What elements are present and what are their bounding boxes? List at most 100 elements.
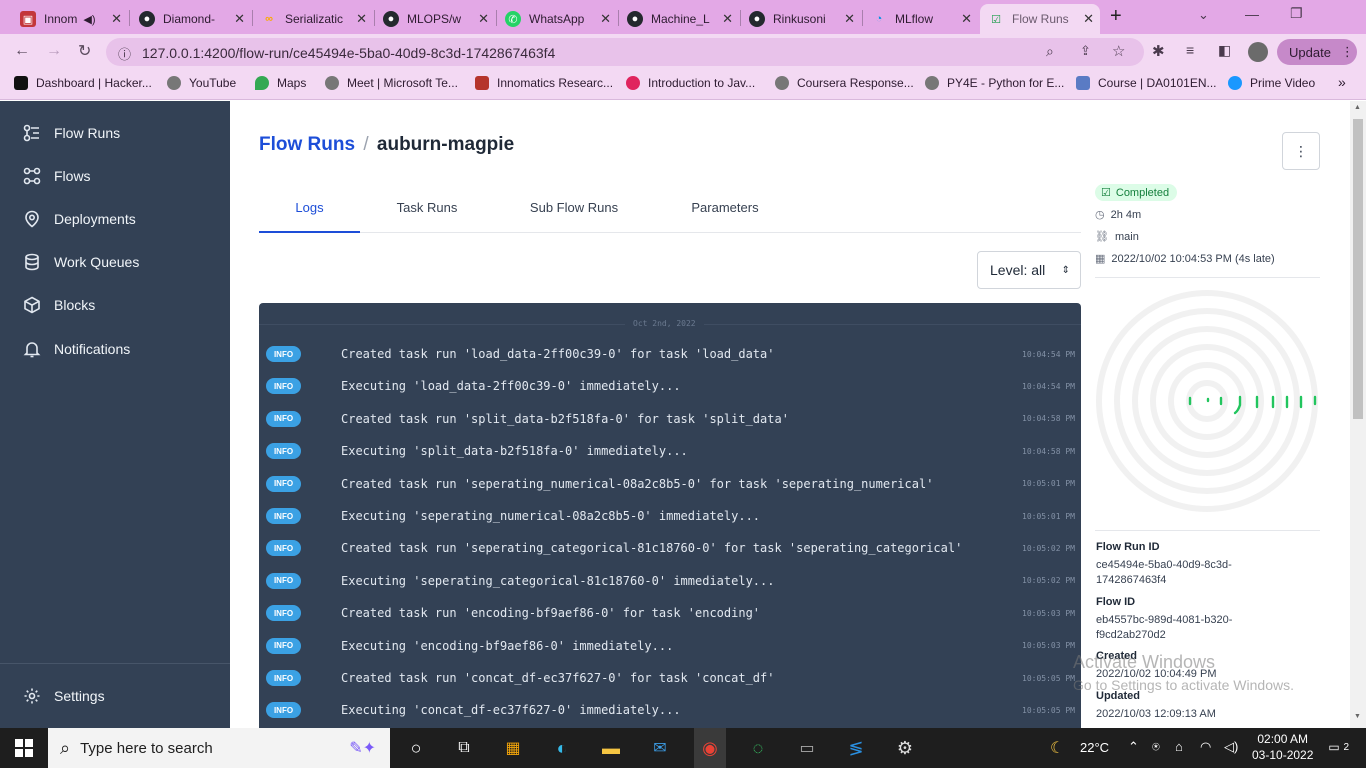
search-icon[interactable]: ⌕ [1046,43,1054,60]
gear-icon [22,686,42,706]
bookmark-item[interactable]: Innomatics Researc... [475,76,613,90]
windows-start-icon[interactable] [12,736,36,760]
wifi-icon[interactable]: ◠ [1200,739,1211,755]
bookmark-item[interactable]: Dashboard | Hacker... [14,76,152,90]
file-explorer-icon[interactable]: ▬ [599,736,623,760]
close-icon[interactable]: ✕ [478,11,489,27]
tab-task-runs[interactable]: Task Runs [360,200,494,215]
browser-tab[interactable]: ● Rinkusoni ✕ [741,4,861,34]
browser-tab-active[interactable]: ☑ Flow Runs ✕ [980,4,1100,34]
browser-tab[interactable]: ● Diamond- ✕ [131,4,251,34]
flow-run-id-value: 1742867463f4 [1096,574,1167,586]
profile-avatar[interactable] [1248,42,1268,62]
course-icon [626,76,640,90]
sidebar-item-deployments[interactable]: Deployments [22,209,136,229]
bookmark-item[interactable]: PY4E - Python for E... [925,76,1064,90]
browser-tab[interactable]: ● MLOPS/w ✕ [375,4,495,34]
sidebar-item-flows[interactable]: Flows [22,166,91,186]
tray-chevron-icon[interactable]: ⌃ [1128,739,1139,755]
bookmark-item[interactable]: YouTube [167,76,236,90]
task-view-icon[interactable]: ⧉ [452,736,476,760]
edge-icon[interactable]: ◐ [550,736,574,760]
close-icon[interactable]: ✕ [234,11,245,27]
sync-app-icon[interactable]: ◌ [746,736,770,760]
maximize-icon[interactable]: ❐ [1290,5,1303,22]
extensions-icon[interactable]: ✱ [1152,42,1165,60]
clock[interactable]: 02:00 AM 03-10-2022 [1252,732,1313,762]
settings-gear-icon[interactable]: ⚙ [893,736,917,760]
taskbar-search-box[interactable]: ⌕ Type here to search ✎✦ [48,728,390,768]
log-panel: Oct 2nd, 2022 INFO Created task run 'load… [259,303,1081,728]
bookmark-item[interactable]: Introduction to Jav... [626,76,755,90]
weather-temp[interactable]: 22°C [1080,740,1109,755]
browser-tab[interactable]: ✆ WhatsApp ✕ [497,4,617,34]
windows-taskbar: ⌕ Type here to search ✎✦ ○ ⧉ ▦ ◐ ▬ ✉ ◉ ◌… [0,728,1366,768]
tab-parameters[interactable]: Parameters [660,200,790,215]
back-icon[interactable]: ← [14,42,30,60]
reload-icon[interactable]: ↻ [78,41,91,61]
mail-icon[interactable]: ✉ [648,736,672,760]
scrollbar-thumb[interactable] [1353,119,1363,419]
activation-watermark-subtitle: Go to Settings to activate Windows. [1073,677,1294,693]
tab-search-icon[interactable]: ⌄ [1198,7,1209,23]
bookmark-item[interactable]: Meet | Microsoft Te... [325,76,458,90]
bookmark-item[interactable]: Coursera Response... [775,76,914,90]
url-text[interactable]: 127.0.0.1:4200/flow-run/ce45494e-5ba0-40… [142,45,555,61]
bookmark-star-icon[interactable]: ☆ [1112,42,1125,60]
log-row: INFO Executing 'encoding-bf9aef86-0' imme… [259,630,1081,662]
log-message: Created task run 'concat_df-ec37f627-0' … [341,671,775,685]
scroll-up-icon[interactable]: ▲ [1354,104,1361,111]
sidebar-item-blocks[interactable]: Blocks [22,295,95,315]
chrome-icon[interactable]: ◉ [694,728,726,768]
speaker-icon[interactable]: ◀) [83,13,95,26]
close-icon[interactable]: ✕ [600,11,611,27]
device-icon[interactable]: ⍟ [1152,739,1160,755]
address-bar[interactable]: ⓘ 127.0.0.1:4200/flow-run/ce45494e-5ba0-… [106,38,1144,66]
bookmarks-overflow-button[interactable]: » [1338,74,1346,90]
side-panel-icon[interactable]: ◧ [1218,42,1231,59]
log-timestamp: 10:04:58 PM [1022,414,1075,424]
close-icon[interactable]: ✕ [961,11,972,27]
sidebar-item-work-queues[interactable]: Work Queues [22,252,139,272]
browser-tab[interactable]: ∞ Serializatic ✕ [253,4,373,34]
info-icon[interactable]: ⓘ [118,44,131,63]
close-icon[interactable]: ✕ [356,11,367,27]
notification-center-button[interactable]: ▭ 2 [1323,736,1349,758]
close-icon[interactable]: ✕ [1083,11,1094,27]
update-button[interactable]: Update ⋮ [1277,39,1357,65]
browser-tab[interactable]: ◔ MLflow ✕ [863,4,978,34]
vscode-icon[interactable]: ≶ [844,736,868,760]
cortana-icon[interactable]: ○ [404,736,428,760]
kebab-menu-button[interactable]: ⋮ [1282,132,1320,170]
share-icon[interactable]: ⇪ [1080,43,1091,59]
bookmark-item[interactable]: Course | DA0101EN... [1076,76,1217,90]
log-date: Oct 2nd, 2022 [625,319,704,328]
new-tab-button[interactable]: + [1110,5,1122,28]
scroll-down-icon[interactable]: ▼ [1354,713,1361,720]
bookmark-item[interactable]: Maps [255,76,306,90]
close-icon[interactable]: ✕ [722,11,733,27]
breadcrumb-flow-runs-link[interactable]: Flow Runs [259,134,355,155]
tab-sub-flow-runs[interactable]: Sub Flow Runs [514,200,634,215]
level-select[interactable]: Level: all ⇕ [977,251,1081,289]
log-timestamp: 10:05:05 PM [1022,673,1075,683]
minimize-icon[interactable]: — [1245,6,1259,22]
reading-list-icon[interactable]: ≡ [1186,42,1194,58]
sidebar-item-flow-runs[interactable]: Flow Runs [22,123,120,143]
weather-icon[interactable]: ☾ [1050,738,1064,758]
sidebar-item-notifications[interactable]: Notifications [22,339,130,359]
sidebar-item-settings[interactable]: Settings [22,686,105,706]
volume-icon[interactable]: ◁) [1224,739,1238,755]
bookmark-item[interactable]: Prime Video [1228,76,1315,90]
tab-logs[interactable]: Logs [259,200,360,233]
store-icon[interactable]: ▦ [501,736,525,760]
close-icon[interactable]: ✕ [844,11,855,27]
browser-tab[interactable]: ▣ Innom ◀) ✕ [12,4,128,34]
browser-tab[interactable]: ● Machine_L ✕ [619,4,739,34]
close-icon[interactable]: ✕ [111,11,122,27]
terminal-icon[interactable]: ▭ [795,736,819,760]
network-icon[interactable]: ⌂ [1175,739,1183,754]
log-timestamp: 10:04:58 PM [1022,446,1075,456]
forward-icon[interactable]: → [46,42,62,60]
page-scrollbar[interactable]: ▲ ▼ [1350,101,1366,728]
